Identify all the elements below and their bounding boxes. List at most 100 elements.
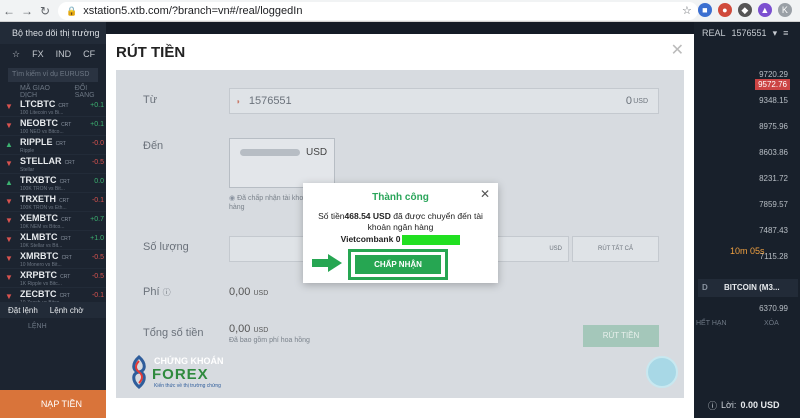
symbol-tag: CRT (61, 255, 72, 261)
list-item[interactable]: ▲ TRXBTC CRT 100K TRON vs Bit... 0.0 (0, 174, 106, 193)
list-item[interactable]: ▼ LTCBTC CRT 100 Litecoin vs Bi... +0.1 (0, 98, 106, 117)
extension-icon[interactable]: ■ (697, 3, 712, 17)
chart-side-panel: REAL 1576551 ▾ ≡ 9720.29 9348.15 8975.96 86… (694, 22, 800, 418)
lock-icon: 🔒 (66, 5, 78, 16)
arrow-right-icon (312, 254, 342, 272)
amount-label: Số lượng (143, 241, 189, 253)
menu-icon[interactable]: ≡ (783, 28, 788, 38)
deposit-button[interactable]: NẠP TIỀN (0, 390, 106, 418)
symbol-name: XLMBTC (20, 232, 58, 242)
total-note: Đã bao gồm phí hoa hồng (229, 337, 310, 344)
avatar[interactable]: K (777, 3, 792, 17)
total-currency: USD (253, 327, 269, 334)
profit-label: Lời: (721, 400, 737, 410)
bank-account-card[interactable]: USD (229, 138, 335, 188)
symbol-name: ZECBTC (20, 289, 57, 299)
total-label: Tổng số tiền (143, 327, 204, 339)
symbol-desc: 10K NEM vs Bitco... (20, 224, 65, 230)
list-item[interactable]: ▼ XEMBTC CRT 10K NEM vs Bitco... +0.7 (0, 212, 106, 231)
symbol-change: +0.7 (90, 216, 104, 223)
star-icon[interactable]: ☆ (682, 4, 692, 17)
list-item[interactable]: ▼ NEOBTC CRT 100 NEO vs Bitco... +0.1 (0, 117, 106, 136)
price-tick: 7487.43 (759, 226, 788, 235)
symbol-tag: CRT (58, 103, 69, 109)
tab-pending-orders[interactable]: Lệnh chờ (50, 306, 84, 315)
arrow-down-icon: ▼ (5, 102, 13, 111)
extension-icon[interactable]: ● (717, 3, 732, 17)
profit-value: 0.00 USD (740, 400, 780, 410)
redacted-account (240, 149, 300, 156)
withdraw-button[interactable]: RÚT TIỀN (583, 325, 659, 347)
url-text: xstation5.xtb.com/?branch=vn#/real/logge… (83, 5, 303, 17)
bank-account: Vietcombank 0 (303, 234, 498, 245)
withdraw-all-button[interactable]: RÚT TẤT CẢ (572, 236, 659, 262)
symbol-change: -0.5 (91, 254, 104, 261)
forward-icon[interactable]: → (18, 4, 36, 18)
chevron-down-icon: ▾ (772, 27, 778, 38)
symbol-name: NEOBTC (20, 118, 58, 128)
logo-icon (132, 355, 146, 389)
symbol-change: -0.1 (91, 292, 104, 299)
market-tabs: ☆ FX IND CF (0, 44, 106, 64)
extension-icon[interactable]: ▲ (757, 3, 772, 17)
star-icon[interactable]: ☆ (12, 49, 20, 60)
close-icon[interactable]: ✕ (671, 40, 684, 60)
message-prefix: Số tiền (318, 211, 345, 221)
list-item[interactable]: ▼ XRPBTC CRT 1K Ripple vs Bitc... -0.5 (0, 269, 106, 288)
symbol-change: -0.0 (91, 140, 104, 147)
list-item[interactable]: ▼ STELLAR CRT Stellar -0.5 (0, 155, 106, 174)
browser-extensions: ☆ ■ ● ◆ ▲ K ⋮ (682, 3, 800, 17)
arrow-down-icon: ▼ (5, 273, 13, 282)
list-item[interactable]: ▼ TRXETH CRT 100K TRON vs Eth... -0.1 (0, 193, 106, 212)
symbol-desc: 10 Monero vs Bit... (20, 262, 62, 268)
market-search-input[interactable]: Tìm kiếm ví dụ EURUSD (8, 68, 98, 82)
account-type: REAL (702, 28, 726, 38)
market-list: ▼ LTCBTC CRT 100 Litecoin vs Bi... +0.1 ▼ NEO… (0, 98, 106, 307)
symbol-name: XEMBTC (20, 213, 58, 223)
price-tick: 7859.57 (759, 200, 788, 209)
list-item[interactable]: ▼ XMRBTC CRT 10 Monero vs Bit... -0.5 (0, 250, 106, 269)
close-icon[interactable]: ✕ (480, 187, 490, 201)
logo-line1: CHỨNG KHOÁN (154, 356, 224, 366)
candle-timer: 10m 05s (730, 246, 765, 256)
address-bar[interactable]: 🔒 xstation5.xtb.com/?branch=vn#/real/log… (58, 2, 698, 20)
total-value: 0,00 USD (229, 323, 268, 335)
symbol-change: +0.1 (90, 102, 104, 109)
accept-button[interactable]: CHẤP NHẬN (355, 255, 441, 274)
tab-cf[interactable]: CF (83, 49, 95, 59)
symbol-name: XMRBTC (20, 251, 59, 261)
account-selector[interactable]: REAL 1576551 ▾ ≡ (694, 22, 800, 44)
symbol-name: XRPBTC (20, 270, 58, 280)
info-icon: ⓘ (708, 400, 718, 411)
total-amount: 0,00 (229, 323, 251, 335)
list-item[interactable]: ▼ XLMBTC CRT 10K Stellar vs Bit... +1.0 (0, 231, 106, 250)
watermark-logo: CHỨNG KHOÁN FOREX Kiến thức về thị trườn… (126, 353, 226, 393)
symbol-tag: CRT (61, 122, 72, 128)
tab-ind[interactable]: IND (56, 49, 72, 59)
reload-icon[interactable]: ↻ (36, 4, 54, 18)
col-expiry: HẾT HẠN (696, 320, 727, 327)
arrow-up-icon: ▲ (5, 178, 13, 187)
bank-name: Vietcombank 0 (340, 234, 401, 244)
back-icon[interactable]: ← (0, 4, 18, 18)
check-icon[interactable]: ◉ (229, 195, 235, 202)
account-flag-icon: ◗ (236, 96, 241, 106)
from-account-select[interactable]: ◗ 1576551 0 USD (229, 88, 659, 114)
extension-icon[interactable]: ◆ (737, 3, 752, 17)
symbol-tag: CRT (55, 141, 66, 147)
symbol-tag: CRT (59, 179, 70, 185)
symbol-desc: 100K TRON vs Eth... (20, 205, 67, 211)
amount-currency: USD (549, 246, 562, 252)
arrow-down-icon: ▼ (5, 121, 13, 130)
arrow-down-icon: ▼ (5, 216, 13, 225)
col-delete: XÓA (764, 320, 779, 327)
symbol-tag: CRT (61, 217, 72, 223)
list-item[interactable]: ▲ RIPPLE CRT Ripple -0.0 (0, 136, 106, 155)
tab-place-order[interactable]: Đặt lệnh (8, 306, 38, 315)
page-title: RÚT TIỀN (116, 44, 186, 61)
info-icon[interactable]: ⓘ (163, 288, 171, 297)
price-tick: 8231.72 (759, 174, 788, 183)
tab-bitcoin[interactable]: D BITCOIN (M3... (698, 279, 798, 297)
tab-fx[interactable]: FX (32, 49, 44, 59)
chat-icon[interactable] (646, 356, 678, 388)
